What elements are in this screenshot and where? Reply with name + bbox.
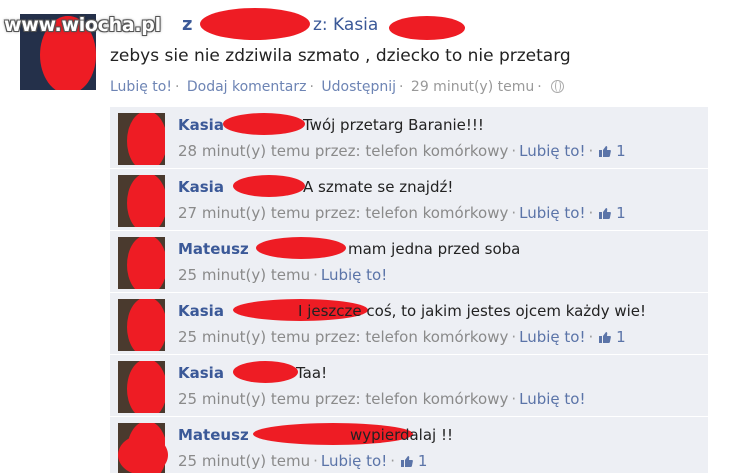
like-count[interactable]: 1 <box>418 452 428 470</box>
comment-author[interactable]: Mateusz <box>178 240 249 258</box>
comment-author[interactable]: Kasia <box>178 178 224 196</box>
thumbs-up-icon <box>599 146 612 157</box>
commenter-avatar[interactable] <box>118 361 165 413</box>
comment-item: Kasia Taa! 25 minut(y) temu przez: telefon… <box>110 354 708 416</box>
comment-text: A szmate se znajdź! <box>303 178 454 196</box>
recipient-name[interactable]: z: Kasia <box>313 15 378 35</box>
comment-item: Kasia Twój przetarg Baranie!!! 28 minut(y)… <box>110 106 708 168</box>
redaction-mark <box>127 113 165 165</box>
comment-meta: 25 minut(y) temu · Lubię to! <box>178 266 388 284</box>
comment-author[interactable]: Kasia <box>178 302 224 320</box>
comment-like-link[interactable]: Lubię to! <box>519 328 585 346</box>
redaction-mark <box>127 175 165 227</box>
share-link[interactable]: Udostępnij <box>321 79 396 95</box>
comment-timestamp[interactable]: 28 minut(y) temu przez: telefon komórkow… <box>178 142 508 160</box>
redaction-mark <box>200 8 310 40</box>
redaction-mark <box>127 299 165 351</box>
comment-author[interactable]: Kasia <box>178 116 224 134</box>
globe-icon[interactable] <box>551 80 565 93</box>
comment-text: wypierdalaj !! <box>350 426 454 444</box>
like-count[interactable]: 1 <box>616 328 626 346</box>
poster-name[interactable]: z <box>182 14 192 35</box>
redaction-mark <box>389 16 465 40</box>
comment-meta: 25 minut(y) temu · Lubię to! · 1 <box>178 452 428 470</box>
commenter-avatar[interactable] <box>118 237 165 289</box>
redaction-mark <box>127 361 165 413</box>
comment-meta: 25 minut(y) temu przez: telefon komórkow… <box>178 328 626 346</box>
comment-text: I jeszcze coś, to jakim jestes ojcem każ… <box>298 302 647 320</box>
commenter-avatar[interactable] <box>118 175 165 227</box>
watermark: www.wiocha.pl <box>4 14 161 36</box>
comment-like-link[interactable]: Lubię to! <box>519 204 585 222</box>
comment-like-link[interactable]: Lubię to! <box>321 266 387 284</box>
redaction-mark <box>233 175 305 197</box>
comment-text: Taa! <box>296 364 328 382</box>
redaction-mark <box>118 435 168 473</box>
comment-like-link[interactable]: Lubię to! <box>519 390 585 408</box>
comment-timestamp[interactable]: 25 minut(y) temu <box>178 452 310 470</box>
like-link[interactable]: Lubię to! <box>110 79 172 95</box>
comment-item: Kasia A szmate se znajdź! 27 minut(y) temu… <box>110 168 708 230</box>
comment-author[interactable]: Kasia <box>178 364 224 382</box>
comment-author[interactable]: Mateusz <box>178 426 249 444</box>
post-actions: Lubię to! · Dodaj komentarz · Udostępnij · … <box>110 79 565 95</box>
add-comment-link[interactable]: Dodaj komentarz <box>187 79 307 95</box>
comment-text: mam jedna przed soba <box>348 240 521 258</box>
commenter-avatar[interactable] <box>118 299 165 351</box>
comment-meta: 25 minut(y) temu przez: telefon komórkow… <box>178 390 586 408</box>
thumbs-up-icon <box>401 456 413 467</box>
comment-list: Kasia Twój przetarg Baranie!!! 28 minut(y)… <box>110 106 708 473</box>
thumbs-up-icon <box>599 208 612 219</box>
comment-timestamp[interactable]: 25 minut(y) temu przez: telefon komórkow… <box>178 328 508 346</box>
comment-timestamp[interactable]: 27 minut(y) temu przez: telefon komórkow… <box>178 204 508 222</box>
redaction-mark <box>256 237 346 259</box>
comment-meta: 27 minut(y) temu przez: telefon komórkow… <box>178 204 626 222</box>
redaction-mark <box>233 361 298 383</box>
like-count[interactable]: 1 <box>616 142 626 160</box>
comment-item: Mateusz wypierdalaj !! 25 minut(y) temu · Lu… <box>110 416 708 473</box>
comment-text: Twój przetarg Baranie!!! <box>303 116 484 134</box>
comment-timestamp[interactable]: 25 minut(y) temu <box>178 266 310 284</box>
comment-timestamp[interactable]: 25 minut(y) temu przez: telefon komórkow… <box>178 390 508 408</box>
comment-item: Mateusz mam jedna przed soba 25 minut(y) t… <box>110 230 708 292</box>
comment-like-link[interactable]: Lubię to! <box>321 452 387 470</box>
comment-meta: 28 minut(y) temu przez: telefon komórkow… <box>178 142 626 160</box>
comment-like-link[interactable]: Lubię to! <box>519 142 585 160</box>
redaction-mark <box>223 113 305 135</box>
redaction-mark <box>127 237 165 289</box>
comment-item: Kasia I jeszcze coś, to jakim jestes ojce… <box>110 292 708 354</box>
like-count[interactable]: 1 <box>616 204 626 222</box>
thumbs-up-icon <box>599 332 612 343</box>
post-text: zebys sie nie zdziwila szmato , dziecko … <box>110 46 571 66</box>
post-timestamp[interactable]: 29 minut(y) temu <box>411 79 534 95</box>
commenter-avatar[interactable] <box>118 113 165 165</box>
